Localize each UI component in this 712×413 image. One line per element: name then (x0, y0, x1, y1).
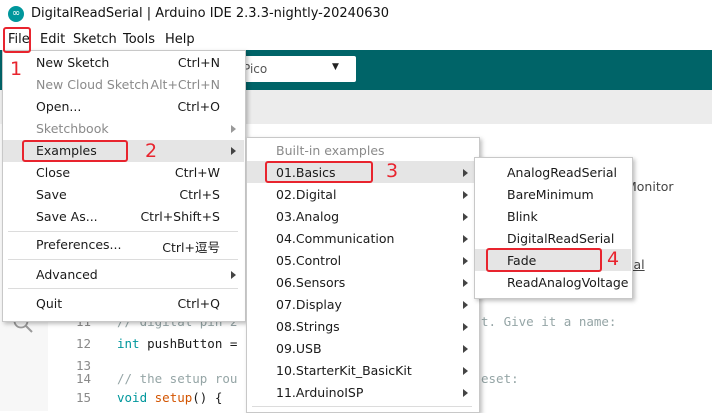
menu-bar: File Edit Sketch Tools Help (0, 28, 712, 50)
shortcut-save: Ctrl+S (179, 187, 220, 202)
menu-edit[interactable]: Edit (40, 32, 65, 47)
annotation-number: 4 (607, 248, 620, 270)
code-keyword: int (117, 336, 140, 351)
menu-item-02-digital[interactable]: 02.Digital (276, 187, 336, 202)
line-number: 12 (76, 336, 92, 351)
menu-item-preferences[interactable]: Preferences... (36, 237, 121, 252)
submenu-arrow-icon (463, 213, 468, 221)
annotation-box-examples (22, 140, 128, 162)
chevron-down-icon: ▼ (332, 62, 339, 72)
menu-separator (8, 231, 238, 232)
submenu-arrow-icon (463, 367, 468, 375)
annotation-box-file (3, 27, 31, 53)
submenu-arrow-icon (463, 301, 468, 309)
examples-header: Built-in examples (276, 143, 385, 158)
code-keyword: void (117, 390, 148, 405)
shortcut-save-as: Ctrl+Shift+S (140, 209, 220, 224)
menu-sketch[interactable]: Sketch (73, 32, 117, 47)
code-line: int pushButton = (117, 336, 238, 351)
annotation-box-basics (265, 161, 373, 183)
menu-item-05-control[interactable]: 05.Control (276, 253, 341, 268)
submenu-arrow-icon (463, 323, 468, 331)
menu-separator (8, 259, 238, 260)
annotation-box-fade (486, 248, 602, 272)
code-line-tail: t. Give it a name: (481, 314, 617, 329)
menu-item-11-arduinoisp[interactable]: 11.ArduinoISP (276, 385, 363, 400)
menu-item-08-strings[interactable]: 08.Strings (276, 319, 340, 334)
menu-item-09-usb[interactable]: 09.USB (276, 341, 322, 356)
shortcut-preferences: Ctrl+逗号 (162, 240, 220, 255)
menu-item-advanced[interactable]: Advanced (36, 267, 98, 282)
submenu-arrow-icon (463, 257, 468, 265)
menu-item-open[interactable]: Open... (36, 99, 81, 114)
annotation-number: 3 (386, 160, 399, 182)
menu-item-06-sensors[interactable]: 06.Sensors (276, 275, 345, 290)
menu-item-close[interactable]: Close (36, 165, 70, 180)
submenu-arrow-icon (231, 147, 236, 155)
menu-item-bareminimum[interactable]: BareMinimum (507, 187, 594, 202)
code-line-tail: eset: (481, 371, 519, 386)
code-line: // the setup rou (117, 371, 238, 386)
menu-help[interactable]: Help (165, 32, 195, 47)
menu-separator (252, 406, 472, 407)
menu-item-04-communication[interactable]: 04.Communication (276, 231, 394, 246)
menu-item-save-as[interactable]: Save As... (36, 209, 98, 224)
submenu-arrow-icon (463, 345, 468, 353)
menu-item-quit[interactable]: Quit (36, 296, 62, 311)
menu-item-03-analog[interactable]: 03.Analog (276, 209, 339, 224)
menu-item-new-cloud-sketch[interactable]: New Cloud Sketch (36, 77, 149, 92)
shortcut-close: Ctrl+W (174, 165, 220, 180)
menu-item-sketchbook[interactable]: Sketchbook (36, 121, 109, 136)
menu-item-analogreadserial[interactable]: AnalogReadSerial (507, 165, 617, 180)
shortcut-new-cloud-sketch: Alt+Ctrl+N (150, 77, 220, 92)
submenu-arrow-icon (463, 191, 468, 199)
annotation-number: 2 (145, 140, 158, 162)
submenu-arrow-icon (463, 169, 468, 177)
submenu-arrow-icon (463, 235, 468, 243)
submenu-arrow-icon (231, 271, 236, 279)
arduino-logo-icon: ∞ (8, 6, 24, 22)
menu-item-readanalogvoltage[interactable]: ReadAnalogVoltage (507, 275, 628, 290)
menu-item-digitalreadserial[interactable]: DigitalReadSerial (507, 231, 614, 246)
board-name: Pico (243, 62, 268, 76)
line-number: 15 (76, 390, 92, 405)
annotation-number: 1 (10, 58, 23, 80)
shortcut-new-sketch: Ctrl+N (177, 55, 220, 70)
shortcut-quit: Ctrl+Q (177, 296, 220, 311)
window-title: DigitalReadSerial | Arduino IDE 2.3.3-ni… (31, 6, 390, 21)
menu-item-save[interactable]: Save (36, 187, 67, 202)
submenu-arrow-icon (463, 389, 468, 397)
editor-monitor-text: Monitor (626, 179, 674, 194)
menu-item-07-display[interactable]: 07.Display (276, 297, 342, 312)
menu-separator (8, 288, 238, 289)
line-number: 14 (76, 371, 92, 386)
menu-item-10-starterkit[interactable]: 10.StarterKit_BasicKit (276, 363, 412, 378)
shortcut-open: Ctrl+O (177, 99, 220, 114)
menu-item-blink[interactable]: Blink (507, 209, 538, 224)
submenu-arrow-icon (463, 279, 468, 287)
menu-item-new-sketch[interactable]: New Sketch (36, 55, 109, 70)
code-function: setup (154, 390, 193, 405)
submenu-arrow-icon (231, 125, 236, 133)
code-line: void setup() { (117, 390, 223, 405)
menu-tools[interactable]: Tools (123, 32, 155, 47)
